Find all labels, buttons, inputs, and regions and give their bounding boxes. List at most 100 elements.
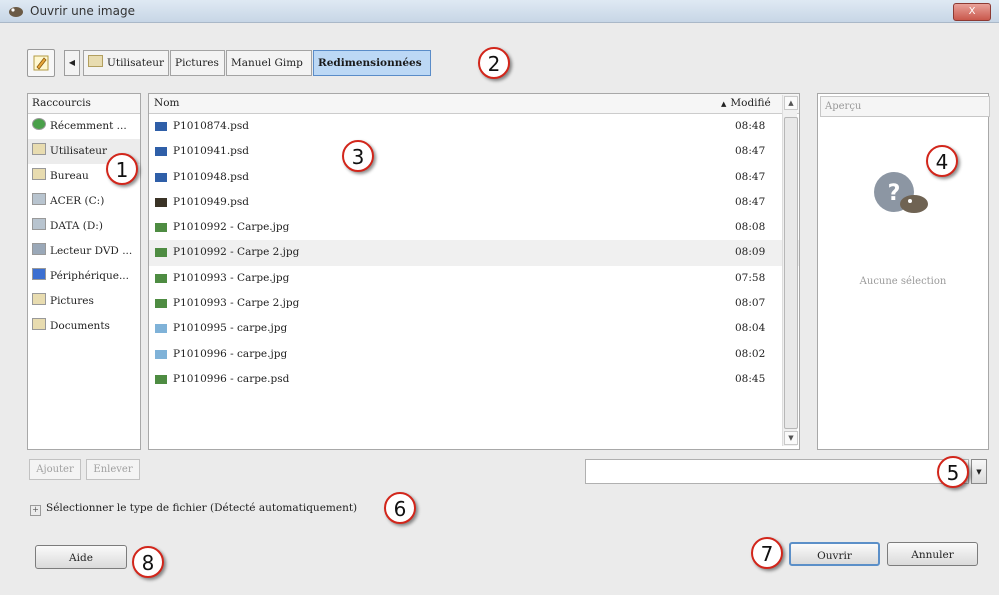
path-crumb-3[interactable]: Manuel Gimp [226, 50, 312, 76]
drive-icon [32, 218, 46, 230]
file-type-expander[interactable]: + Sélectionner le type de fichier (Détect… [30, 502, 357, 516]
file-modified-time: 07:58 [735, 271, 766, 284]
open-button[interactable]: Ouvrir [789, 542, 880, 566]
path-crumb-4[interactable]: Redimensionnées [313, 50, 431, 76]
file-modified-time: 08:47 [735, 170, 766, 183]
file-modified-time: 08:02 [735, 347, 766, 360]
file-name: P1010948.psd [173, 170, 249, 183]
shortcut-item[interactable]: ACER (C:) [28, 189, 140, 214]
file-list-header: Nom ▲ Modifié [149, 94, 799, 114]
column-modified-header[interactable]: ▲ Modifié [721, 94, 771, 114]
file-name: P1010995 - carpe.jpg [173, 322, 288, 335]
file-row[interactable]: P1010948.psd 08:47 [149, 165, 799, 190]
column-name-header[interactable]: Nom [154, 94, 179, 113]
file-name: P1010992 - Carpe.jpg [173, 221, 290, 234]
dvd-icon [32, 243, 46, 255]
file-name: P1010996 - carpe.jpg [173, 347, 288, 360]
drive-icon [32, 193, 46, 205]
image-file-icon [155, 324, 167, 334]
preview-empty-text: Aucune sélection [859, 276, 947, 287]
file-modified-time: 08:04 [735, 322, 766, 335]
psd-file-icon [155, 147, 167, 157]
jpg-file-icon [155, 223, 167, 233]
folder-icon [88, 55, 103, 67]
filename-dropdown-button[interactable]: ▼ [971, 459, 987, 484]
file-type-label: Sélectionner le type de fichier (Détecté… [46, 502, 358, 514]
psd-file-icon [155, 172, 167, 182]
file-modified-time: 08:48 [735, 120, 766, 132]
file-row[interactable]: P1010874.psd 08:48 [149, 114, 799, 139]
remove-bookmark-button[interactable]: Enlever [86, 459, 140, 480]
file-modified-time: 08:08 [735, 221, 766, 234]
scroll-up-icon[interactable]: ▲ [784, 96, 798, 110]
file-list-panel: Nom ▲ Modifié P1010874.psd 08:48 P1010941.p… [148, 93, 800, 450]
file-name: P1010993 - Carpe 2.jpg [173, 297, 300, 310]
file-modified-time: 08:07 [735, 297, 766, 310]
file-row[interactable]: P1010995 - carpe.jpg 08:04 [149, 316, 799, 341]
sort-arrow-icon: ▲ [721, 100, 727, 108]
preview-header: Aperçu [820, 96, 990, 117]
scrollbar-thumb[interactable] [784, 117, 798, 429]
callout-3: 3 [342, 140, 374, 172]
gimp-logo-icon [9, 7, 23, 17]
file-name: P1010949.psd [173, 195, 249, 208]
shortcut-item[interactable]: DATA (D:) [28, 214, 140, 239]
window-titlebar: Ouvrir une image X [0, 0, 999, 23]
folder-icon [32, 168, 46, 180]
window-close-button[interactable]: X [953, 3, 991, 21]
psd-file-icon [155, 197, 167, 207]
type-location-button[interactable] [27, 49, 55, 77]
file-name: P1010993 - Carpe.jpg [173, 271, 290, 284]
shortcut-item[interactable]: Récemment ... [28, 114, 140, 139]
shortcut-item[interactable]: Lecteur DVD ... [28, 239, 140, 264]
path-scroll-left-button[interactable]: ◀ [64, 50, 80, 76]
path-crumb-1[interactable]: Utilisateur [83, 50, 169, 76]
shortcut-item[interactable]: Documents [28, 314, 140, 339]
file-modified-time: 08:09 [735, 246, 766, 259]
jpg-file-icon [155, 374, 167, 384]
scroll-down-icon[interactable]: ▼ [784, 431, 798, 445]
file-modified-time: 08:47 [735, 195, 766, 208]
callout-1: 1 [106, 153, 138, 185]
folder-icon [32, 293, 46, 305]
file-list-scrollbar[interactable]: ▲ ▼ [782, 95, 798, 446]
file-row[interactable]: P1010941.psd 08:47 [149, 139, 799, 164]
folder-icon [32, 318, 46, 330]
usb-icon [32, 268, 46, 280]
cancel-button[interactable]: Annuler [887, 542, 978, 566]
file-row[interactable]: P1010992 - Carpe 2.jpg 08:09 [149, 240, 799, 266]
file-name: P1010996 - carpe.psd [173, 372, 290, 385]
file-row[interactable]: P1010993 - Carpe 2.jpg 08:07 [149, 291, 799, 316]
file-name: P1010992 - Carpe 2.jpg [173, 246, 300, 259]
callout-5: 5 [937, 456, 969, 488]
folder-icon [32, 143, 46, 155]
path-crumb-2[interactable]: Pictures [170, 50, 225, 76]
jpg-file-icon [155, 248, 167, 258]
recent-icon [32, 118, 46, 130]
callout-8: 8 [132, 546, 164, 578]
file-row[interactable]: P1010996 - carpe.jpg 08:02 [149, 342, 799, 367]
file-row[interactable]: P1010996 - carpe.psd 08:45 [149, 367, 799, 392]
help-button[interactable]: Aide [35, 545, 127, 569]
callout-6: 6 [384, 492, 416, 524]
callout-4: 4 [926, 145, 958, 177]
file-row[interactable]: P1010949.psd 08:47 [149, 190, 799, 215]
jpg-file-icon [155, 299, 167, 309]
filename-input[interactable] [585, 459, 969, 484]
callout-2: 2 [478, 47, 510, 79]
window-title: Ouvrir une image [30, 4, 135, 18]
file-row[interactable]: P1010993 - Carpe.jpg 07:58 [149, 266, 799, 291]
unknown-preview-icon: ? [874, 172, 928, 213]
file-name: P1010874.psd [173, 120, 249, 132]
shortcut-item[interactable]: Périphérique... [28, 264, 140, 289]
add-bookmark-button[interactable]: Ajouter [29, 459, 81, 480]
expander-plus-icon: + [30, 505, 41, 516]
file-modified-time: 08:45 [735, 372, 766, 385]
file-modified-time: 08:47 [735, 145, 766, 158]
preview-panel: Aperçu ? Aucune sélection [817, 93, 990, 450]
callout-7: 7 [751, 537, 783, 569]
file-name: P1010941.psd [173, 145, 249, 158]
svg-text:?: ? [888, 181, 901, 206]
shortcut-item[interactable]: Pictures [28, 289, 140, 314]
file-row[interactable]: P1010992 - Carpe.jpg 08:08 [149, 215, 799, 240]
